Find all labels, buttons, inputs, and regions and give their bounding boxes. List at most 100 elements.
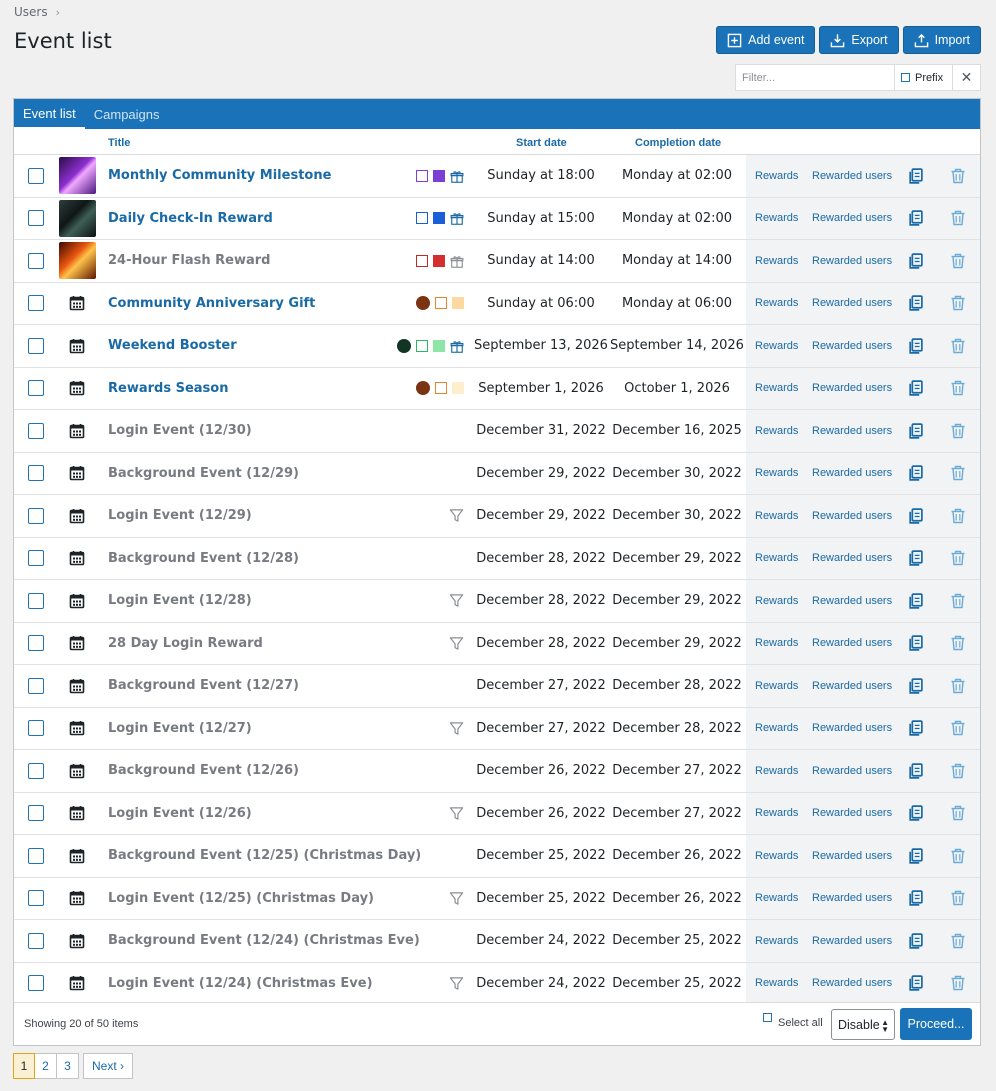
rewards-link[interactable]: Rewards xyxy=(755,382,798,394)
copy-icon[interactable] xyxy=(907,592,924,610)
row-checkbox[interactable] xyxy=(28,422,44,439)
rewards-link[interactable]: Rewards xyxy=(755,425,798,437)
event-title-link[interactable]: Daily Check-In Reward xyxy=(108,211,273,226)
trash-icon[interactable] xyxy=(950,804,966,822)
copy-icon[interactable] xyxy=(907,932,924,950)
row-checkbox[interactable] xyxy=(28,635,44,652)
copy-icon[interactable] xyxy=(907,889,924,907)
rewards-link[interactable]: Rewards xyxy=(755,255,798,267)
rewarded-users-link[interactable]: Rewarded users xyxy=(812,510,892,522)
event-title-link[interactable]: Login Event (12/25) (Christmas Day) xyxy=(108,891,374,906)
copy-icon[interactable] xyxy=(907,337,924,355)
rewarded-users-link[interactable]: Rewarded users xyxy=(812,467,892,479)
rewards-link[interactable]: Rewards xyxy=(755,722,798,734)
rewards-link[interactable]: Rewards xyxy=(755,552,798,564)
rewarded-users-link[interactable]: Rewarded users xyxy=(812,340,892,352)
rewarded-users-link[interactable]: Rewarded users xyxy=(812,425,892,437)
row-checkbox[interactable] xyxy=(28,592,44,609)
event-title-link[interactable]: Monthly Community Milestone xyxy=(108,168,331,183)
rewards-link[interactable]: Rewards xyxy=(755,807,798,819)
trash-icon[interactable] xyxy=(950,719,966,737)
event-title-link[interactable]: Background Event (12/25) (Christmas Day) xyxy=(108,848,421,863)
event-title-link[interactable]: Login Event (12/26) xyxy=(108,806,252,821)
rewards-link[interactable]: Rewards xyxy=(755,850,798,862)
trash-icon[interactable] xyxy=(950,677,966,695)
rewards-link[interactable]: Rewards xyxy=(755,170,798,182)
rewards-link[interactable]: Rewards xyxy=(755,212,798,224)
select-all-control[interactable]: Select all xyxy=(763,1013,823,1029)
rewarded-users-link[interactable]: Rewarded users xyxy=(812,765,892,777)
trash-icon[interactable] xyxy=(950,209,966,227)
row-checkbox[interactable] xyxy=(28,507,44,524)
rewarded-users-link[interactable]: Rewarded users xyxy=(812,382,892,394)
event-title-link[interactable]: 24-Hour Flash Reward xyxy=(108,253,270,268)
rewarded-users-link[interactable]: Rewarded users xyxy=(812,850,892,862)
rewards-link[interactable]: Rewards xyxy=(755,892,798,904)
trash-icon[interactable] xyxy=(950,549,966,567)
trash-icon[interactable] xyxy=(950,592,966,610)
rewards-link[interactable]: Rewards xyxy=(755,467,798,479)
prefix-checkbox[interactable] xyxy=(901,73,910,82)
tab-campaigns[interactable]: Campaigns xyxy=(85,99,169,129)
rewards-link[interactable]: Rewards xyxy=(755,680,798,692)
event-title-link[interactable]: Background Event (12/26) xyxy=(108,763,299,778)
rewarded-users-link[interactable]: Rewarded users xyxy=(812,722,892,734)
event-thumbnail[interactable] xyxy=(59,199,96,237)
trash-icon[interactable] xyxy=(950,634,966,652)
event-title-link[interactable]: Login Event (12/28) xyxy=(108,593,252,608)
column-header-completion-date[interactable]: Completion date xyxy=(635,137,721,149)
row-checkbox[interactable] xyxy=(28,890,44,907)
row-checkbox[interactable] xyxy=(28,167,44,184)
event-title-link[interactable]: Login Event (12/29) xyxy=(108,508,252,523)
event-title-link[interactable]: Login Event (12/27) xyxy=(108,721,252,736)
trash-icon[interactable] xyxy=(950,379,966,397)
event-thumbnail[interactable] xyxy=(59,157,96,195)
trash-icon[interactable] xyxy=(950,847,966,865)
column-header-start-date[interactable]: Start date xyxy=(516,137,567,149)
copy-icon[interactable] xyxy=(907,507,924,525)
row-checkbox[interactable] xyxy=(28,847,44,864)
row-checkbox[interactable] xyxy=(28,932,44,949)
event-title-link[interactable]: Background Event (12/24) (Christmas Eve) xyxy=(108,933,420,948)
copy-icon[interactable] xyxy=(907,252,924,270)
rewards-link[interactable]: Rewards xyxy=(755,297,798,309)
trash-icon[interactable] xyxy=(950,464,966,482)
rewards-link[interactable]: Rewards xyxy=(755,637,798,649)
trash-icon[interactable] xyxy=(950,167,966,185)
trash-icon[interactable] xyxy=(950,889,966,907)
event-title-link[interactable]: Background Event (12/29) xyxy=(108,466,299,481)
event-thumbnail[interactable] xyxy=(59,242,96,280)
rewarded-users-link[interactable]: Rewarded users xyxy=(812,212,892,224)
event-title-link[interactable]: Login Event (12/24) (Christmas Eve) xyxy=(108,976,373,991)
copy-icon[interactable] xyxy=(907,209,924,227)
row-checkbox[interactable] xyxy=(28,720,44,737)
trash-icon[interactable] xyxy=(950,252,966,270)
copy-icon[interactable] xyxy=(907,847,924,865)
event-title-link[interactable]: 28 Day Login Reward xyxy=(108,636,263,651)
rewards-link[interactable]: Rewards xyxy=(755,977,798,989)
rewarded-users-link[interactable]: Rewarded users xyxy=(812,552,892,564)
copy-icon[interactable] xyxy=(907,549,924,567)
copy-icon[interactable] xyxy=(907,464,924,482)
page-1[interactable]: 1 xyxy=(13,1053,35,1079)
proceed-button[interactable]: Proceed... xyxy=(900,1008,972,1040)
rewarded-users-link[interactable]: Rewarded users xyxy=(812,977,892,989)
rewarded-users-link[interactable]: Rewarded users xyxy=(812,892,892,904)
row-checkbox[interactable] xyxy=(28,762,44,779)
page-2[interactable]: 2 xyxy=(35,1053,57,1079)
trash-icon[interactable] xyxy=(950,337,966,355)
row-checkbox[interactable] xyxy=(28,210,44,227)
row-checkbox[interactable] xyxy=(28,465,44,482)
copy-icon[interactable] xyxy=(907,294,924,312)
import-button[interactable]: Import xyxy=(902,26,981,54)
row-checkbox[interactable] xyxy=(28,380,44,397)
export-button[interactable]: Export xyxy=(819,26,899,54)
next-page-button[interactable]: Next › xyxy=(83,1053,134,1079)
event-title-link[interactable]: Background Event (12/28) xyxy=(108,551,299,566)
rewards-link[interactable]: Rewards xyxy=(755,595,798,607)
rewarded-users-link[interactable]: Rewarded users xyxy=(812,935,892,947)
select-all-checkbox[interactable] xyxy=(763,1013,772,1022)
rewarded-users-link[interactable]: Rewarded users xyxy=(812,807,892,819)
copy-icon[interactable] xyxy=(907,167,924,185)
row-checkbox[interactable] xyxy=(28,295,44,312)
